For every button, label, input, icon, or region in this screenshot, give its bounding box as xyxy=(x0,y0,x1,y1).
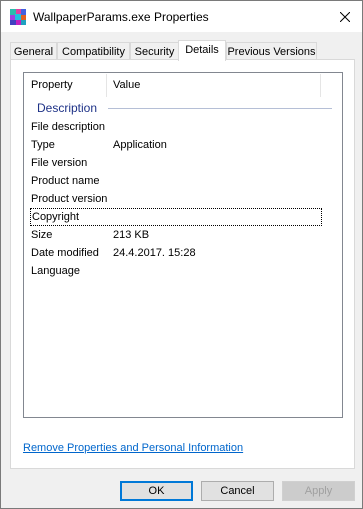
property-name: Date modified xyxy=(31,247,99,259)
list-item[interactable]: Language xyxy=(24,262,342,280)
list-item[interactable]: Product version xyxy=(24,190,342,208)
properties-list[interactable]: Property Value Description File descript… xyxy=(23,72,343,418)
property-name: Type xyxy=(31,139,55,151)
tab-compatibility[interactable]: Compatibility xyxy=(57,42,130,60)
close-icon xyxy=(340,11,350,22)
list-item[interactable]: File version xyxy=(24,154,342,172)
remove-properties-link[interactable]: Remove Properties and Personal Informati… xyxy=(23,442,243,454)
property-name: File description xyxy=(31,121,105,133)
window-title: WallpaperParams.exe Properties xyxy=(33,10,209,24)
app-icon xyxy=(10,9,26,25)
group-header-description: Description xyxy=(37,101,98,115)
column-property[interactable]: Property xyxy=(31,79,73,91)
list-item[interactable]: Product name xyxy=(24,172,342,190)
column-value[interactable]: Value xyxy=(113,79,140,91)
property-name: Size xyxy=(31,229,53,241)
tab-general[interactable]: General xyxy=(10,42,57,60)
group-divider xyxy=(108,108,332,109)
details-panel: Property Value Description File descript… xyxy=(10,59,355,469)
list-item[interactable]: Date modified 24.4.2017. 15:28 xyxy=(24,244,342,262)
list-item-focused[interactable]: Copyright xyxy=(30,208,322,226)
tab-security[interactable]: Security xyxy=(130,42,179,60)
property-name: Language xyxy=(31,265,80,277)
property-name: File version xyxy=(31,157,88,169)
property-name: Product name xyxy=(31,175,100,187)
tab-details[interactable]: Details xyxy=(178,40,226,61)
apply-button[interactable]: Apply xyxy=(282,481,355,501)
title-bar[interactable]: WallpaperParams.exe Properties xyxy=(1,1,362,32)
close-button[interactable] xyxy=(328,1,362,32)
properties-dialog: WallpaperParams.exe Properties General C… xyxy=(0,0,363,509)
tab-previous-versions[interactable]: Previous Versions xyxy=(226,42,317,60)
list-item[interactable]: Size 213 KB xyxy=(24,226,342,244)
property-value: 24.4.2017. 15:28 xyxy=(113,247,196,259)
list-item[interactable]: Type Application xyxy=(24,136,342,154)
property-name: Copyright xyxy=(32,211,80,223)
cancel-button[interactable]: Cancel xyxy=(201,481,274,501)
column-header: Property Value xyxy=(24,73,342,99)
column-divider[interactable] xyxy=(106,74,107,97)
ok-button[interactable]: OK xyxy=(120,481,193,501)
property-name: Product version xyxy=(31,193,108,205)
property-value: 213 KB xyxy=(113,229,150,241)
list-item[interactable]: File description xyxy=(24,118,342,136)
property-value: Application xyxy=(113,139,167,151)
column-divider[interactable] xyxy=(320,74,321,97)
